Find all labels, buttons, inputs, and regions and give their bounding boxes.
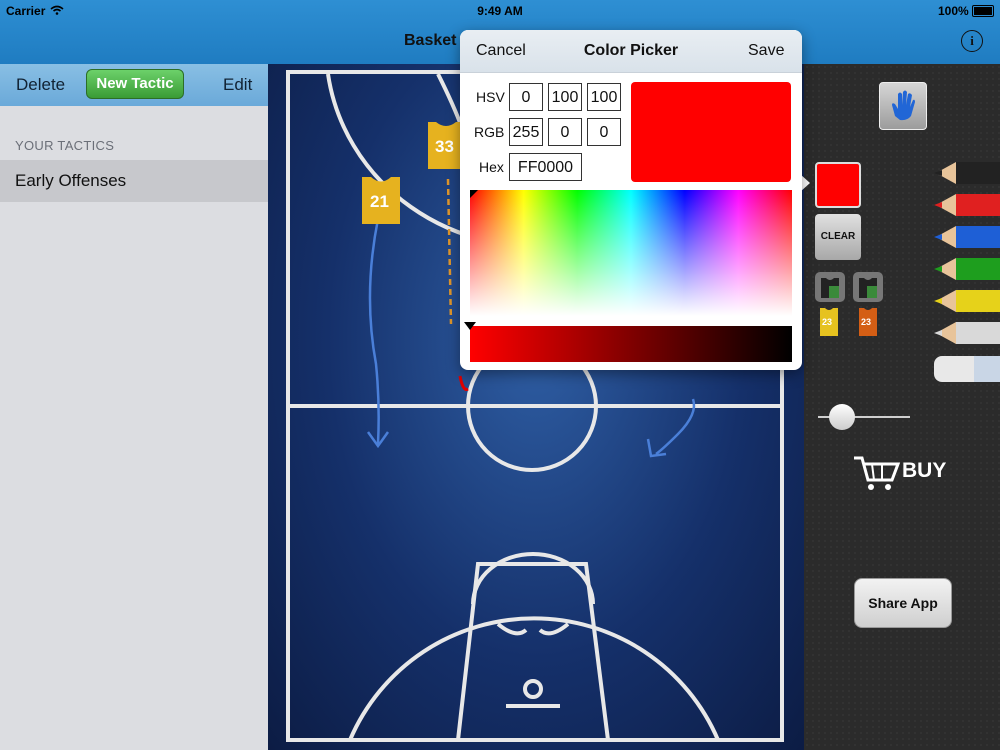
tactics-sidebar: Delete New Tactic Edit YOUR TACTICS Earl… (0, 64, 268, 750)
block-mark-right (538, 622, 570, 636)
rim (523, 679, 543, 699)
hue-saturation-spectrum[interactable] (470, 190, 792, 316)
hex-field[interactable]: FF0000 (509, 153, 582, 181)
pencil-1[interactable] (934, 194, 1000, 216)
pencil-0[interactable] (934, 162, 1000, 184)
bottom-key (456, 562, 610, 741)
hand-icon (892, 90, 915, 121)
player-number-33: 33 (435, 137, 454, 156)
hue-field[interactable]: 0 (509, 83, 543, 111)
status-bar: Carrier 9:49 AM 100% (0, 0, 1000, 22)
shirt-icon[interactable] (853, 272, 883, 302)
hex-label: Hex (479, 159, 504, 175)
movement-path-21 (368, 218, 380, 445)
edit-button[interactable]: Edit (223, 75, 252, 95)
hand-tool-button[interactable] (879, 82, 927, 130)
pencil-5[interactable] (934, 322, 1000, 344)
pencil-2[interactable] (934, 226, 1000, 248)
shirt-icon[interactable] (815, 272, 845, 302)
popover-header: Cancel Color Picker Save (460, 30, 802, 73)
color-preview (631, 82, 791, 182)
delete-button[interactable]: Delete (16, 75, 65, 95)
green-field[interactable]: 0 (548, 118, 582, 146)
red-stroke (458, 375, 469, 391)
spectrum-marker (470, 190, 478, 198)
battery-percent: 100% (938, 4, 969, 18)
sidebar-toolbar: Delete New Tactic Edit (0, 64, 268, 106)
page-title: Basket (404, 32, 457, 49)
player-number-21: 21 (370, 192, 389, 211)
jersey-number: 23 (861, 317, 872, 327)
list-item[interactable]: Early Offenses (0, 160, 268, 202)
eraser-icon[interactable] (930, 354, 1000, 384)
hsv-label: HSV (476, 89, 505, 105)
new-tactic-button[interactable]: New Tactic (86, 69, 184, 99)
pencil-4[interactable] (934, 290, 1000, 312)
save-button[interactable]: Save (748, 42, 784, 60)
buy-button[interactable]: BUY (902, 459, 946, 483)
block-mark-left (496, 622, 528, 636)
share-app-button[interactable]: Share App (854, 578, 952, 628)
rgb-label: RGB (474, 124, 505, 140)
tactic-label: Early Offenses (15, 171, 127, 190)
section-header: YOUR TACTICS (15, 138, 115, 153)
jersey-yellow[interactable]: 23 (817, 308, 841, 336)
clear-button[interactable]: CLEAR (815, 214, 861, 260)
battery-icon (972, 5, 994, 17)
current-color-swatch[interactable] (815, 162, 861, 208)
pencil-3[interactable] (934, 258, 1000, 280)
cart-icon[interactable] (852, 452, 902, 492)
color-picker-popover: Cancel Color Picker Save HSV 0 100 100 R… (460, 30, 802, 370)
brush-size-slider-thumb[interactable] (829, 404, 855, 430)
info-button[interactable]: i (961, 30, 983, 52)
brightness-marker (464, 322, 476, 330)
blue-field[interactable]: 0 (587, 118, 621, 146)
jersey-orange[interactable]: 23 (856, 308, 880, 336)
saturation-field[interactable]: 100 (548, 83, 582, 111)
free-throw-arc (471, 552, 595, 605)
jersey-number: 23 (822, 317, 833, 327)
tools-panel: CLEAR 23 23 BUY Share App (804, 64, 1000, 750)
value-field[interactable]: 100 (587, 83, 621, 111)
brightness-slider[interactable] (470, 326, 792, 362)
clock: 9:49 AM (477, 4, 523, 18)
pass-path-33 (446, 178, 453, 325)
red-field[interactable]: 255 (509, 118, 543, 146)
